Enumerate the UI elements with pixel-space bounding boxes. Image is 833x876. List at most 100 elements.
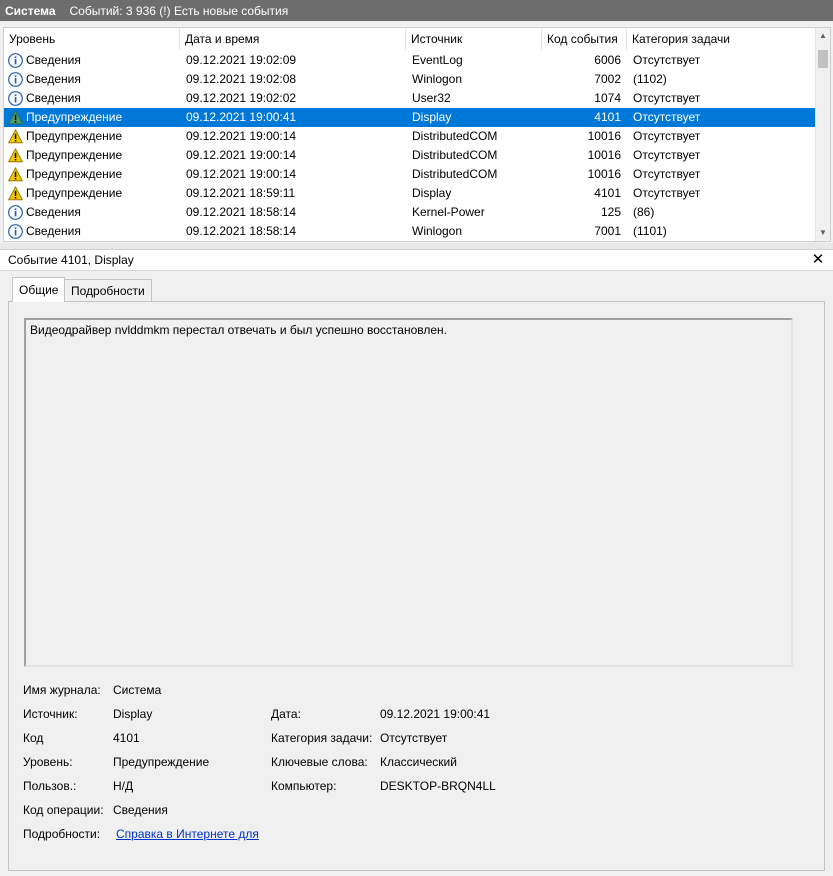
scroll-thumb[interactable] [818,50,828,68]
row-event-code: 10016 [587,148,621,162]
grid-header: Уровень Дата и время Источник Код событи… [4,28,817,50]
user-value: Н/Д [113,779,134,793]
log-name-label: Имя журнала: [23,683,101,697]
row-level: Сведения [26,205,81,219]
info-icon [8,224,23,239]
row-event-code: 4101 [594,110,621,124]
log-name: Система [5,3,56,18]
row-datetime: 09.12.2021 18:58:14 [186,205,297,219]
row-event-code: 125 [600,205,621,219]
row-source: DistributedCOM [412,148,498,162]
level-label: Уровень: [23,755,73,769]
tab-general[interactable]: Общие [12,277,66,302]
more-info-label: Подробности: [23,827,101,841]
row-task-category: (1101) [633,224,667,238]
column-header-datetime[interactable]: Дата и время [180,28,406,50]
online-help-link[interactable]: Справка в Интернете для [116,827,259,841]
grid-scrollbar[interactable]: ▲ ▼ [815,28,830,241]
table-row[interactable]: Сведения 09.12.2021 19:02:09 EventLog 6006 О… [4,51,817,70]
tab-details[interactable]: Подробности [64,279,152,301]
row-datetime: 09.12.2021 19:00:14 [186,148,297,162]
table-row[interactable]: Предупреждение 09.12.2021 19:00:14 Distrib… [4,127,817,146]
row-task-category: Отсутствует [633,148,701,162]
row-datetime: 09.12.2021 19:00:14 [186,129,297,143]
row-datetime: 09.12.2021 19:00:41 [186,110,297,124]
table-row[interactable]: Предупреждение 09.12.2021 19:00:41 Display… [4,108,817,127]
row-datetime: 09.12.2021 18:59:11 [186,186,296,200]
row-source: DistributedCOM [412,129,498,143]
row-level: Предупреждение [26,110,123,124]
row-level: Предупреждение [26,129,123,143]
row-event-code: 10016 [587,167,621,181]
table-row[interactable]: Предупреждение 09.12.2021 19:00:14 Distrib… [4,146,817,165]
row-source: EventLog [412,53,463,67]
computer-value: DESKTOP-BRQN4LL [380,779,496,793]
row-event-code: 7002 [594,72,621,86]
user-label: Пользов.: [23,779,77,793]
event-detail-pane: Событие 4101, Display ✕ Общие Подробност… [0,250,833,876]
source-label: Источник: [23,707,78,721]
column-header-event-code[interactable]: Код события [542,28,627,50]
row-event-code: 10016 [587,129,621,143]
row-source: User32 [412,91,451,105]
close-icon[interactable]: ✕ [811,252,825,267]
warning-icon [8,167,23,182]
scroll-down-icon[interactable]: ▼ [816,225,830,241]
level-value: Предупреждение [113,755,210,769]
date-label: Дата: [271,707,301,721]
row-datetime: 09.12.2021 19:02:09 [186,53,297,67]
row-source: Display [412,110,452,124]
pane-splitter[interactable] [0,243,833,250]
row-datetime: 09.12.2021 19:00:14 [186,167,297,181]
scroll-up-icon[interactable]: ▲ [816,28,830,44]
event-code-label: Код [23,731,44,745]
row-source: Display [412,186,452,200]
log-name-value: Система [113,683,162,697]
row-task-category: Отсутствует [633,167,701,181]
source-value: Display [113,707,153,721]
table-row[interactable]: Предупреждение 09.12.2021 19:00:14 Distrib… [4,165,817,184]
row-task-category: Отсутствует [633,53,701,67]
date-value: 09.12.2021 19:00:41 [380,707,491,721]
opcode-label: Код операции: [23,803,104,817]
row-level: Предупреждение [26,148,123,162]
info-icon [8,72,23,87]
row-source: Winlogon [412,224,463,238]
row-datetime: 09.12.2021 18:58:14 [186,224,297,238]
table-row[interactable]: Сведения 09.12.2021 18:58:14 Kernel-Power 1… [4,203,817,222]
event-message[interactable]: Видеодрайвер nvlddmkm перестал отвечать … [24,318,793,667]
table-row[interactable]: Предупреждение 09.12.2021 18:59:11 Display… [4,184,817,203]
row-level: Предупреждение [26,167,123,181]
keywords-label: Ключевые слова: [271,755,368,769]
column-header-source[interactable]: Источник [406,28,542,50]
row-task-category: (1102) [633,72,667,86]
column-header-level[interactable]: Уровень [4,28,180,50]
row-event-code: 1074 [594,91,621,105]
table-row[interactable]: Сведения 09.12.2021 18:58:14 Winlogon 7001 (… [4,222,817,241]
computer-label: Компьютер: [271,779,337,793]
warning-icon [8,129,23,144]
table-row[interactable]: Сведения 09.12.2021 19:02:08 Winlogon 7002 (… [4,70,817,89]
row-event-code: 6006 [594,53,621,67]
table-row[interactable]: Сведения 09.12.2021 19:02:02 User32 1074 Отс… [4,89,817,108]
row-level: Сведения [26,91,81,105]
row-task-category: Отсутствует [633,91,701,105]
opcode-value: Сведения [113,803,168,817]
row-level: Сведения [26,224,81,238]
row-task-category: (86) [633,205,655,219]
title-bar: Система Событий: 3 936 (!) Есть новые со… [0,0,833,21]
info-icon [8,91,23,106]
events-grid[interactable]: Уровень Дата и время Источник Код событи… [3,27,831,242]
warning-icon [8,186,23,201]
row-event-code: 4101 [594,186,621,200]
event-count-status: Событий: 3 936 (!) Есть новые события [69,3,289,18]
column-header-task-category[interactable]: Категория задачи [627,28,817,50]
row-level: Предупреждение [26,186,123,200]
task-category-label: Категория задачи: [271,731,373,745]
warning-icon [8,110,23,125]
row-task-category: Отсутствует [633,129,701,143]
row-source: Kernel-Power [412,205,485,219]
row-level: Сведения [26,53,81,67]
row-level: Сведения [26,72,81,86]
row-datetime: 09.12.2021 19:02:02 [186,91,297,105]
